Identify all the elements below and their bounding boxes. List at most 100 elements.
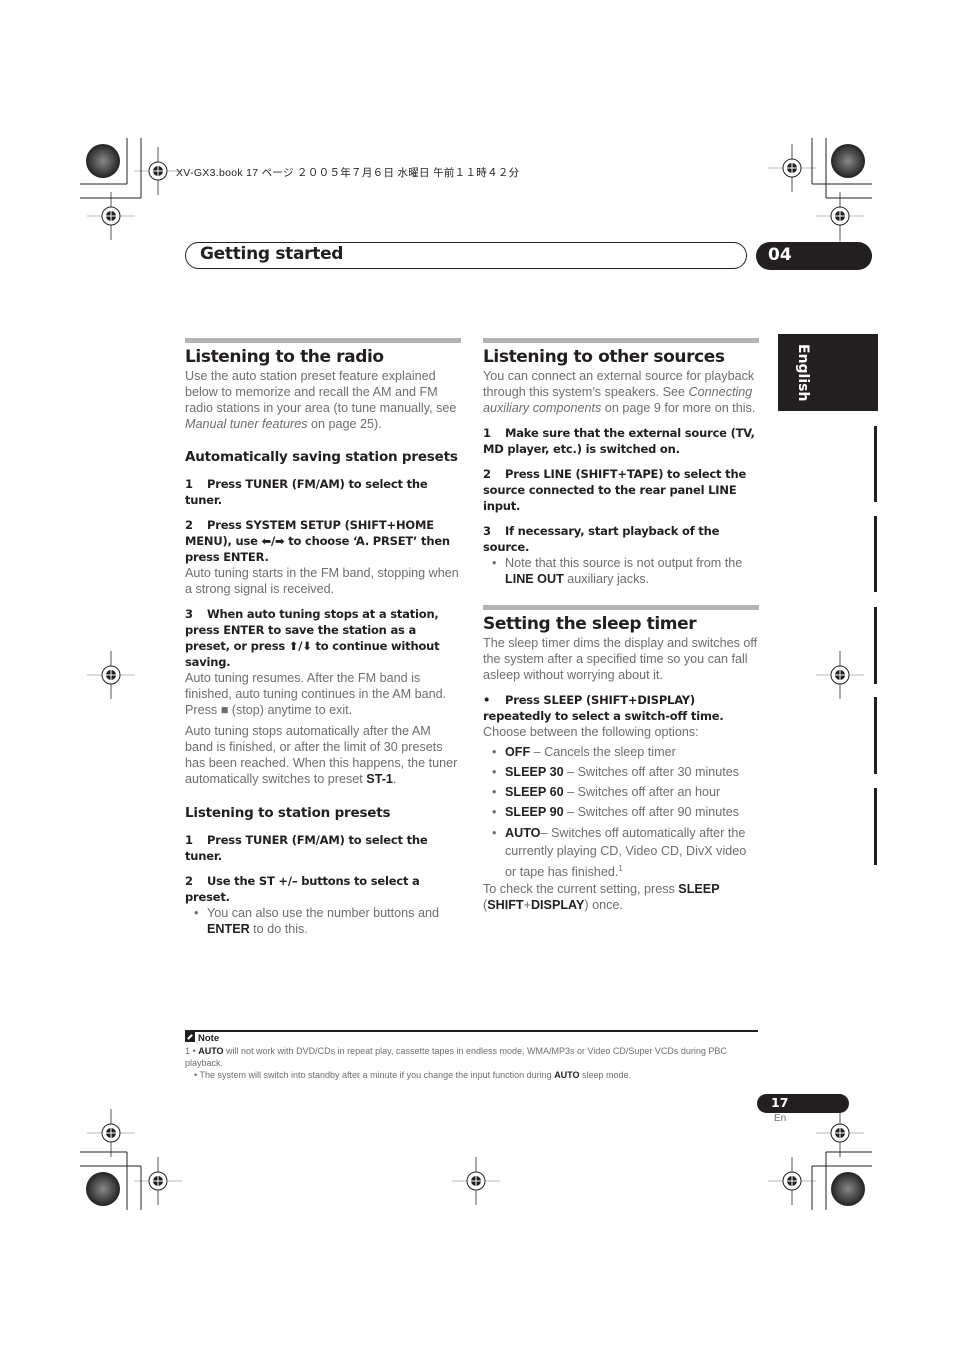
left-column: Listening to the radio Use the auto stat…: [185, 338, 461, 937]
star-target-bottom-left: [86, 1172, 120, 1206]
other-sources-intro: You can connect an external source for p…: [483, 368, 759, 416]
option-desc: – Switches off automatically after the c…: [505, 826, 747, 880]
text: Note that this source is not output from…: [505, 556, 743, 570]
sleep-step: • Press SLEEP (SHIFT+DISPLAY) repeatedly …: [483, 692, 759, 724]
step-text: Press SLEEP (SHIFT+DISPLAY) repeatedly t…: [483, 693, 724, 723]
subheading-station-presets: Listening to station presets: [185, 805, 391, 821]
step-text: Make sure that the external source (TV, …: [483, 426, 755, 456]
text: sleep mode.: [579, 1070, 632, 1080]
sleep-check-text: To check the current setting, press SLEE…: [483, 881, 759, 913]
option-desc: – Switches off after 90 minutes: [563, 805, 740, 819]
sleep-options-list: OFF – Cancels the sleep timer SLEEP 30 –…: [483, 744, 759, 881]
chapter-title: Getting started: [200, 244, 344, 264]
footnote-ref[interactable]: 1: [618, 864, 622, 873]
page-number-badge: 17: [757, 1094, 849, 1113]
text: ) once.: [584, 898, 623, 913]
thumb-index-bar: [874, 426, 877, 502]
step-number: 3: [483, 524, 491, 538]
button-name: SHIFT: [487, 898, 524, 913]
step-text: Press SYSTEM SETUP (SHIFT+HOME MENU), us…: [185, 518, 450, 564]
step-2: 2 Press SYSTEM SETUP (SHIFT+HOME MENU), u…: [185, 517, 461, 565]
option-name: AUTO: [505, 826, 541, 840]
step-3: 3 If necessary, start playback of the sou…: [483, 523, 759, 555]
step-text: Press TUNER (FM/AM) to select the tuner.: [185, 477, 428, 507]
thumb-index-bar: [874, 788, 877, 865]
step-text: Press LINE (SHIFT+TAPE) to select the so…: [483, 467, 747, 513]
step-number: 2: [185, 518, 193, 532]
thumb-index-bar: [874, 697, 877, 774]
language-tab: English: [778, 334, 878, 411]
text: to do this.: [249, 922, 308, 936]
text: To check the current setting, press: [483, 882, 679, 897]
step-2: 2 Press LINE (SHIFT+TAPE) to select the s…: [483, 466, 759, 514]
language-label: English: [795, 344, 811, 402]
text: Auto tuning stops automatically after th…: [185, 724, 458, 786]
right-column: Listening to other sources You can conne…: [483, 338, 759, 913]
text: auxiliary jacks.: [563, 572, 650, 586]
print-header: XV-GX3.book 17 ページ ２００５年７月６日 水曜日 午前１１時４２…: [176, 167, 520, 179]
chapter-number: 04: [768, 245, 792, 265]
button-name: ENTER: [207, 922, 250, 936]
bullet-item: Note that this source is not output from…: [483, 555, 759, 587]
bullet: •: [192, 1046, 196, 1056]
note-line-1: 1 • AUTO will not work with DVD/CDs in r…: [185, 1045, 760, 1069]
chapter-header: Getting started: [185, 242, 747, 269]
section-rule: [185, 338, 461, 343]
step-1: 1 Press TUNER (FM/AM) to select the tuner…: [185, 476, 461, 508]
step-2-body: Auto tuning starts in the FM band, stopp…: [185, 566, 459, 596]
sleep-option: AUTO– Switches off automatically after t…: [483, 824, 759, 881]
printer-marks: [80, 138, 872, 1210]
step-number: 1: [185, 833, 193, 847]
text: You can also use the number buttons and: [207, 906, 439, 920]
footnote-number: 1: [185, 1046, 191, 1056]
star-target-top-right: [831, 144, 865, 178]
text: on page 25).: [307, 417, 382, 431]
step-text: Use the ST +/– buttons to select a prese…: [185, 874, 420, 904]
step-bullet: •: [483, 693, 491, 707]
option-desc: – Switches off after an hour: [563, 785, 721, 799]
section-rule: [483, 338, 759, 343]
text: The system will switch into standby afte…: [199, 1070, 555, 1080]
text: .: [392, 772, 397, 786]
registration-mark-mid-left: [86, 650, 136, 700]
button-name: SLEEP: [678, 882, 720, 897]
registration-mark-bottom-right-2: [767, 1156, 817, 1206]
sleep-option: SLEEP 30 – Switches off after 30 minutes: [483, 764, 759, 780]
step-number: 2: [185, 874, 193, 888]
jack-name: LINE OUT: [505, 572, 564, 586]
page-language: En: [774, 1113, 787, 1124]
registration-mark-bottom-left: [86, 1108, 136, 1158]
subheading-auto-presets: Automatically saving station presets: [185, 449, 458, 465]
sleep-timer-intro: The sleep timer dims the display and swi…: [483, 636, 758, 682]
registration-mark-top-right-2: [815, 191, 865, 241]
registration-mark-bottom-center: [451, 1156, 501, 1206]
option-name: SLEEP 60: [505, 785, 564, 799]
step-number: 1: [185, 477, 193, 491]
page-number: 17: [771, 1095, 789, 1110]
thumb-index-bar: [874, 516, 877, 592]
cross-reference: Manual tuner features: [185, 417, 308, 431]
bullet-item: You can also use the number buttons and …: [185, 905, 461, 937]
step-text: If necessary, start playback of the sour…: [483, 524, 720, 554]
registration-mark-bottom-right: [815, 1108, 865, 1158]
section-heading-radio: Listening to the radio: [185, 347, 384, 367]
section-rule: [483, 605, 759, 610]
star-target-top-left: [86, 144, 120, 178]
text: will not work with DVD/CDs in repeat pla…: [185, 1046, 727, 1068]
step-1: 1 Make sure that the external source (TV,…: [483, 425, 759, 457]
sleep-option: SLEEP 90 – Switches off after 90 minutes: [483, 804, 759, 820]
option-name: OFF: [505, 745, 531, 759]
option-name: SLEEP 90: [505, 805, 564, 819]
star-target-bottom-right: [831, 1172, 865, 1206]
section-heading-other-sources: Listening to other sources: [483, 347, 725, 367]
step-number: 1: [483, 426, 491, 440]
step-text: Press TUNER (FM/AM) to select the tuner.: [185, 833, 428, 863]
step-3-body: Auto tuning resumes. After the FM band i…: [185, 671, 447, 717]
step-1: 1 Press TUNER (FM/AM) to select the tuner…: [185, 832, 461, 864]
registration-mark-top-right: [767, 143, 817, 193]
option-desc: – Cancels the sleep timer: [530, 745, 676, 759]
option-name: SLEEP 30: [505, 765, 564, 779]
radio-intro: Use the auto station preset feature expl…: [185, 368, 461, 432]
mode-name: AUTO: [198, 1046, 224, 1056]
text: +: [523, 898, 531, 913]
